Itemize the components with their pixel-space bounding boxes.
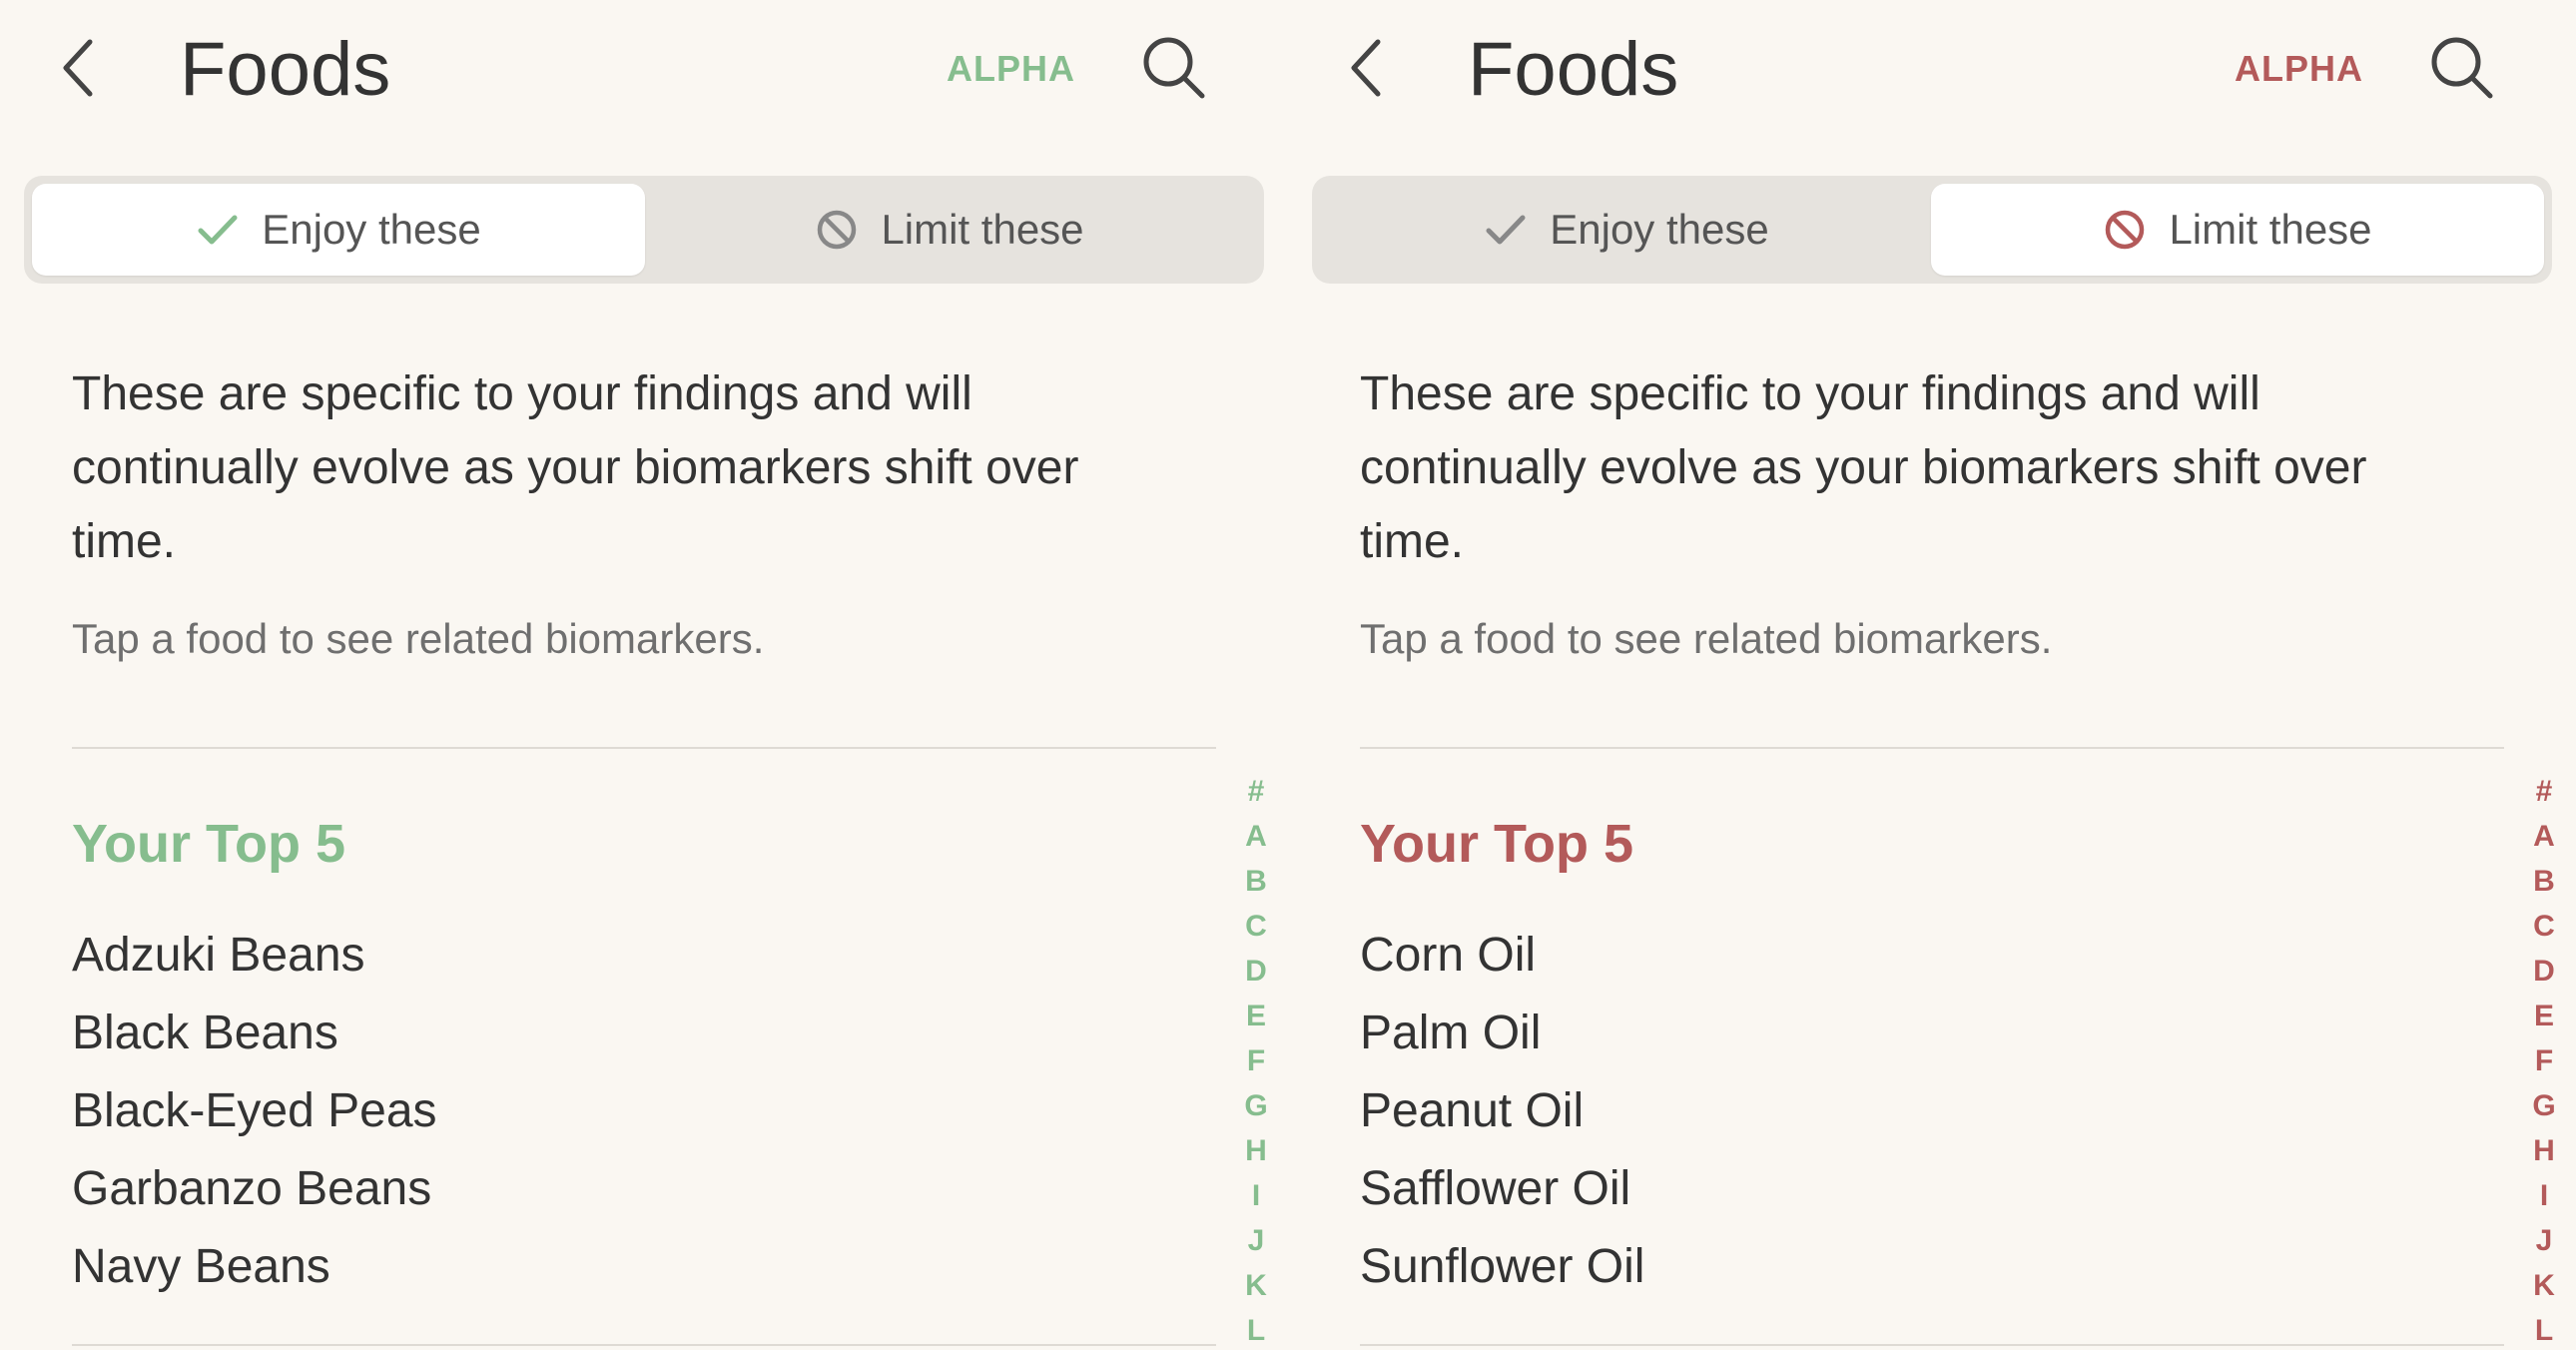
alpha-badge: ALPHA [947,48,1075,89]
alpha-badge: ALPHA [2235,48,2363,89]
section-title: Your Top 5 [72,814,345,874]
enjoy-limit-segmented-control: Enjoy these Limit these [1312,176,2552,284]
index-letter[interactable]: B [2514,859,2574,904]
limit-these-label: Limit these [881,206,1084,253]
prohibited-icon [815,208,859,252]
index-letter[interactable]: C [2514,904,2574,949]
divider [1360,747,2504,749]
food-list-item[interactable]: Adzuki Beans [72,917,437,995]
hint-text: Tap a food to see related biomarkers. [72,615,765,662]
checkmark-icon [1484,208,1528,252]
index-letter[interactable]: J [2514,1218,2574,1263]
enjoy-these-tab[interactable]: Enjoy these [32,184,645,276]
food-list-item[interactable]: Black Beans [72,995,437,1072]
search-icon [2428,34,2494,100]
screen: Foods ALPHA Enjoy these Limit these Thes… [0,0,2576,1350]
header-bar: Foods ALPHA [1288,0,2576,140]
index-letter[interactable]: # [1226,769,1286,814]
food-list-item[interactable]: Navy Beans [72,1228,437,1306]
foods-screen-panel: Foods ALPHA Enjoy these Limit these Thes… [0,0,1288,1350]
index-letter[interactable]: F [1226,1038,1286,1083]
food-list: Adzuki Beans Black Beans Black-Eyed Peas Ga… [72,917,437,1306]
index-letter[interactable]: L [1226,1308,1286,1350]
chevron-left-icon [58,36,98,100]
divider [72,747,1216,749]
hint-text: Tap a food to see related biomarkers. [1360,615,2053,662]
index-letter[interactable]: D [1226,949,1286,994]
divider [1360,1344,2504,1346]
page-title: Foods [180,27,391,112]
back-button[interactable] [58,36,98,100]
index-letter[interactable]: K [1226,1263,1286,1308]
limit-these-label: Limit these [2169,206,2372,253]
index-letter[interactable]: H [2514,1128,2574,1173]
alphabet-index: # A B C D E F G H I J K L [1226,769,1286,1350]
food-list-item[interactable]: Garbanzo Beans [72,1150,437,1228]
index-letter[interactable]: L [2514,1308,2574,1350]
enjoy-these-tab[interactable]: Enjoy these [1320,184,1933,276]
food-list-item[interactable]: Black-Eyed Peas [72,1072,437,1150]
enjoy-limit-segmented-control: Enjoy these Limit these [24,176,1264,284]
food-list: Corn Oil Palm Oil Peanut Oil Safflower Oil S… [1360,917,1644,1306]
index-letter[interactable]: G [1226,1083,1286,1128]
index-letter[interactable]: G [2514,1083,2574,1128]
index-letter[interactable]: E [1226,994,1286,1038]
page-title: Foods [1468,27,1679,112]
back-button[interactable] [1346,36,1386,100]
search-button[interactable] [2428,34,2494,100]
search-button[interactable] [1140,34,1206,100]
index-letter[interactable]: J [1226,1218,1286,1263]
limit-these-tab[interactable]: Limit these [1931,184,2544,276]
index-letter[interactable]: # [2514,769,2574,814]
foods-screen-panel: Foods ALPHA Enjoy these Limit these Thes… [1288,0,2576,1350]
index-letter[interactable]: A [2514,814,2574,859]
prohibited-icon [2103,208,2147,252]
index-letter[interactable]: A [1226,814,1286,859]
index-letter[interactable]: D [2514,949,2574,994]
food-list-item[interactable]: Corn Oil [1360,917,1644,995]
description-text: These are specific to your findings and … [1360,367,2367,568]
enjoy-these-label: Enjoy these [1550,206,1769,253]
search-icon [1140,34,1206,100]
index-letter[interactable]: F [2514,1038,2574,1083]
index-letter[interactable]: K [2514,1263,2574,1308]
index-letter[interactable]: I [2514,1173,2574,1218]
index-letter[interactable]: E [2514,994,2574,1038]
enjoy-these-label: Enjoy these [262,206,481,253]
alphabet-index: # A B C D E F G H I J K L [2514,769,2574,1350]
index-letter[interactable]: C [1226,904,1286,949]
section-title: Your Top 5 [1360,814,1633,874]
checkmark-icon [196,208,240,252]
index-letter[interactable]: B [1226,859,1286,904]
food-list-item[interactable]: Safflower Oil [1360,1150,1644,1228]
food-list-item[interactable]: Palm Oil [1360,995,1644,1072]
index-letter[interactable]: I [1226,1173,1286,1218]
index-letter[interactable]: H [1226,1128,1286,1173]
header-bar: Foods ALPHA [0,0,1288,140]
limit-these-tab[interactable]: Limit these [643,184,1256,276]
divider [72,1344,1216,1346]
food-list-item[interactable]: Peanut Oil [1360,1072,1644,1150]
chevron-left-icon [1346,36,1386,100]
description-text: These are specific to your findings and … [72,367,1079,568]
food-list-item[interactable]: Sunflower Oil [1360,1228,1644,1306]
